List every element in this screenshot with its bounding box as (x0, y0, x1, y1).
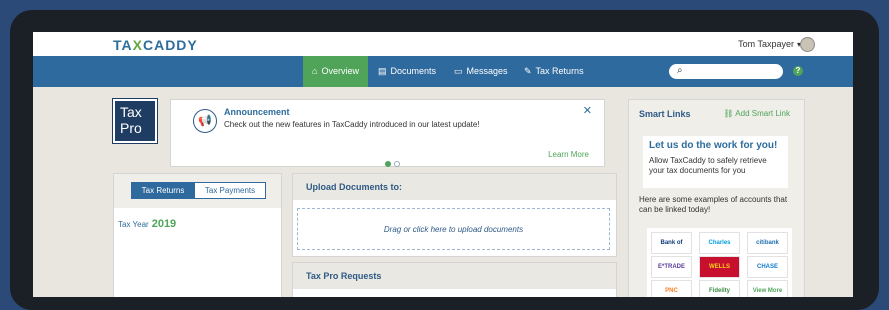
smart-links-header: Smart Links ⛓ Add Smart Link (629, 100, 804, 128)
nav-item-documents[interactable]: ▤ Documents (378, 56, 436, 87)
tax-year-selector[interactable]: Tax Year 2019 (118, 218, 176, 230)
smart-links-card: Let us do the work for you! Allow TaxCad… (643, 136, 788, 188)
upload-title: Upload Documents to: (293, 174, 616, 200)
search-input[interactable]: ⌕ (669, 64, 783, 79)
tax-pro-requests-panel: Tax Pro Requests (292, 262, 617, 297)
documents-icon: ▤ (378, 66, 387, 76)
view-more-link[interactable]: View More (747, 280, 788, 297)
avatar[interactable] (800, 37, 815, 52)
close-icon[interactable]: ✕ (583, 104, 592, 117)
bank-logo[interactable]: Bank of America (651, 232, 692, 266)
bank-logo-grid: Bank of America Charles Schwab citibank … (647, 228, 792, 297)
announcement-title: Announcement (224, 107, 290, 117)
learn-more-link[interactable]: Learn More (548, 150, 589, 159)
examples-text: Here are some examples of accounts that … (639, 195, 788, 214)
taxcaddy-logo[interactable]: TAXCADDY (113, 37, 198, 53)
bank-logo[interactable]: WELLS FARGO (699, 256, 740, 290)
user-menu[interactable]: Tom Taxpayer ▾ (738, 39, 801, 49)
smart-card-heading: Let us do the work for you! (649, 140, 778, 151)
smart-links-panel: Smart Links ⛓ Add Smart Link Let us do t… (628, 99, 805, 297)
tab-tax-returns[interactable]: Tax Returns (131, 182, 195, 199)
upload-panel: Upload Documents to: Drag or click here … (292, 173, 617, 257)
top-bar: TAXCADDY Tom Taxpayer ▾ (33, 32, 853, 56)
home-icon: ⌂ (312, 66, 318, 76)
bank-logo[interactable]: E*TRADE (651, 256, 692, 278)
requests-title: Tax Pro Requests (293, 263, 616, 289)
help-icon[interactable]: ? (793, 66, 803, 76)
user-name: Tom Taxpayer (738, 39, 794, 49)
bank-logo[interactable]: Fidelity (699, 280, 740, 297)
announcement-panel: 📢 Announcement Check out the new feature… (170, 99, 605, 167)
messages-icon: ▭ (454, 66, 463, 76)
tax-pro-logo: Tax Pro (112, 98, 158, 144)
announcement-text: Check out the new features in TaxCaddy i… (224, 120, 480, 129)
add-smart-link-button[interactable]: ⛓ Add Smart Link (723, 109, 790, 118)
app-screen: TAXCADDY Tom Taxpayer ▾ ⌂ Overview ▤ Docume… (33, 32, 853, 297)
nav-item-overview[interactable]: ⌂ Overview (303, 56, 368, 87)
main-nav: ⌂ Overview ▤ Documents ▭ Messages ✎ Tax Retu… (33, 56, 853, 87)
bank-logo[interactable]: CHASE (747, 256, 788, 278)
nav-item-messages[interactable]: ▭ Messages (454, 56, 508, 87)
tax-year-panel: Tax Returns Tax Payments Tax Year 2019 (113, 173, 282, 297)
smart-card-text: Allow TaxCaddy to safely retrieve your t… (649, 156, 767, 175)
upload-dropzone[interactable]: Drag or click here to upload documents (297, 208, 610, 250)
tax-returns-icon: ✎ (524, 66, 532, 76)
bank-logo[interactable]: PNC (651, 280, 692, 297)
bank-logo[interactable]: Charles Schwab (699, 232, 740, 266)
bank-logo[interactable]: citibank (747, 232, 788, 254)
carousel-dots (385, 154, 403, 172)
nav-item-tax-returns[interactable]: ✎ Tax Returns (524, 56, 584, 87)
search-icon: ⌕ (677, 65, 683, 76)
megaphone-icon: 📢 (193, 109, 217, 133)
tab-bar: Tax Returns Tax Payments (114, 174, 281, 208)
carousel-dot[interactable] (394, 161, 400, 167)
tab-tax-payments[interactable]: Tax Payments (194, 182, 266, 199)
link-icon: ⛓ (723, 109, 736, 118)
carousel-dot[interactable] (385, 161, 391, 167)
smart-links-title: Smart Links (639, 109, 691, 119)
